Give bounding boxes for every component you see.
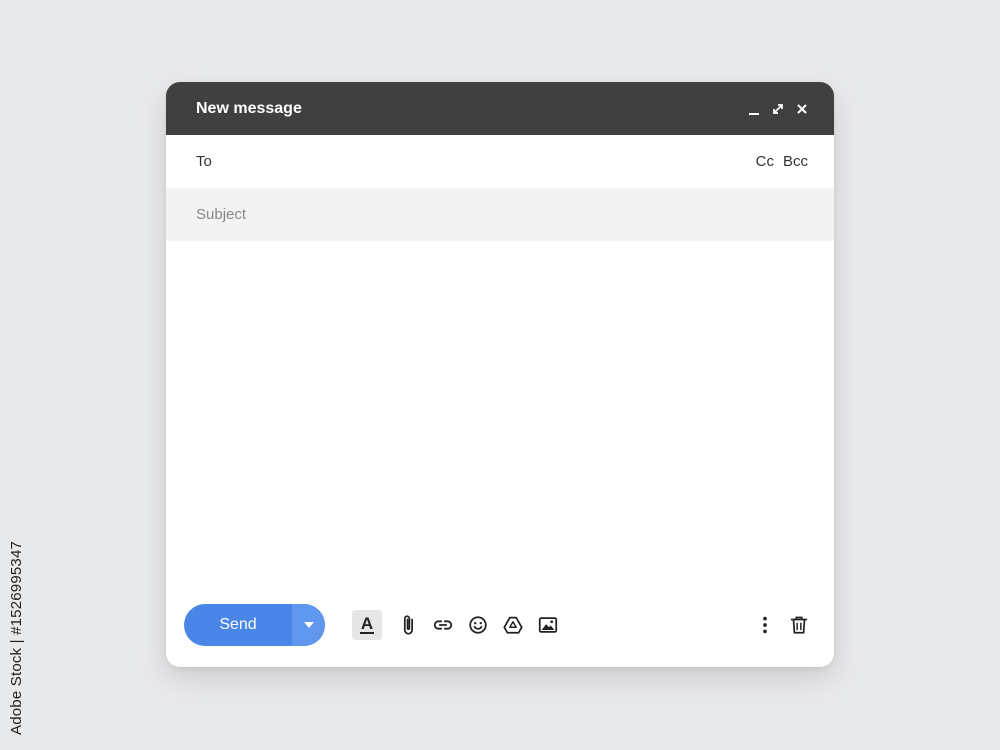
cc-link[interactable]: Cc (756, 153, 774, 170)
cc-bcc-links: Cc Bcc (756, 153, 808, 170)
subject-row (166, 188, 834, 241)
text-format-icon[interactable]: A (352, 610, 382, 640)
image-icon[interactable] (537, 614, 559, 636)
trash-icon[interactable] (788, 614, 810, 636)
paperclip-icon[interactable] (397, 614, 419, 636)
chevron-down-icon (303, 622, 314, 628)
link-icon[interactable] (432, 614, 454, 636)
send-button[interactable]: Send (184, 604, 292, 646)
more-vertical-icon[interactable] (754, 614, 776, 636)
message-body[interactable] (166, 241, 834, 595)
stock-credit: Adobe Stock | #1526995347 (8, 540, 25, 735)
bcc-link[interactable]: Bcc (783, 153, 808, 170)
send-options-button[interactable] (292, 604, 325, 646)
window-controls (748, 103, 808, 115)
send-button-group: Send (184, 604, 325, 646)
formatting-tools: A (352, 610, 559, 640)
emoji-icon[interactable] (467, 614, 489, 636)
compose-window: New message To Cc Bcc Subject Send A (166, 82, 834, 667)
to-label: To (196, 153, 212, 170)
drive-icon[interactable] (502, 614, 524, 636)
more-tools (754, 614, 810, 636)
subject-input[interactable] (196, 206, 804, 223)
compose-toolbar: Send A (166, 583, 834, 667)
expand-icon[interactable] (772, 103, 784, 115)
minimize-icon[interactable] (748, 103, 760, 115)
compose-titlebar: New message (166, 82, 834, 135)
close-icon[interactable] (796, 103, 808, 115)
recipients-row[interactable]: To Cc Bcc (166, 135, 834, 188)
compose-title: New message (196, 99, 302, 117)
